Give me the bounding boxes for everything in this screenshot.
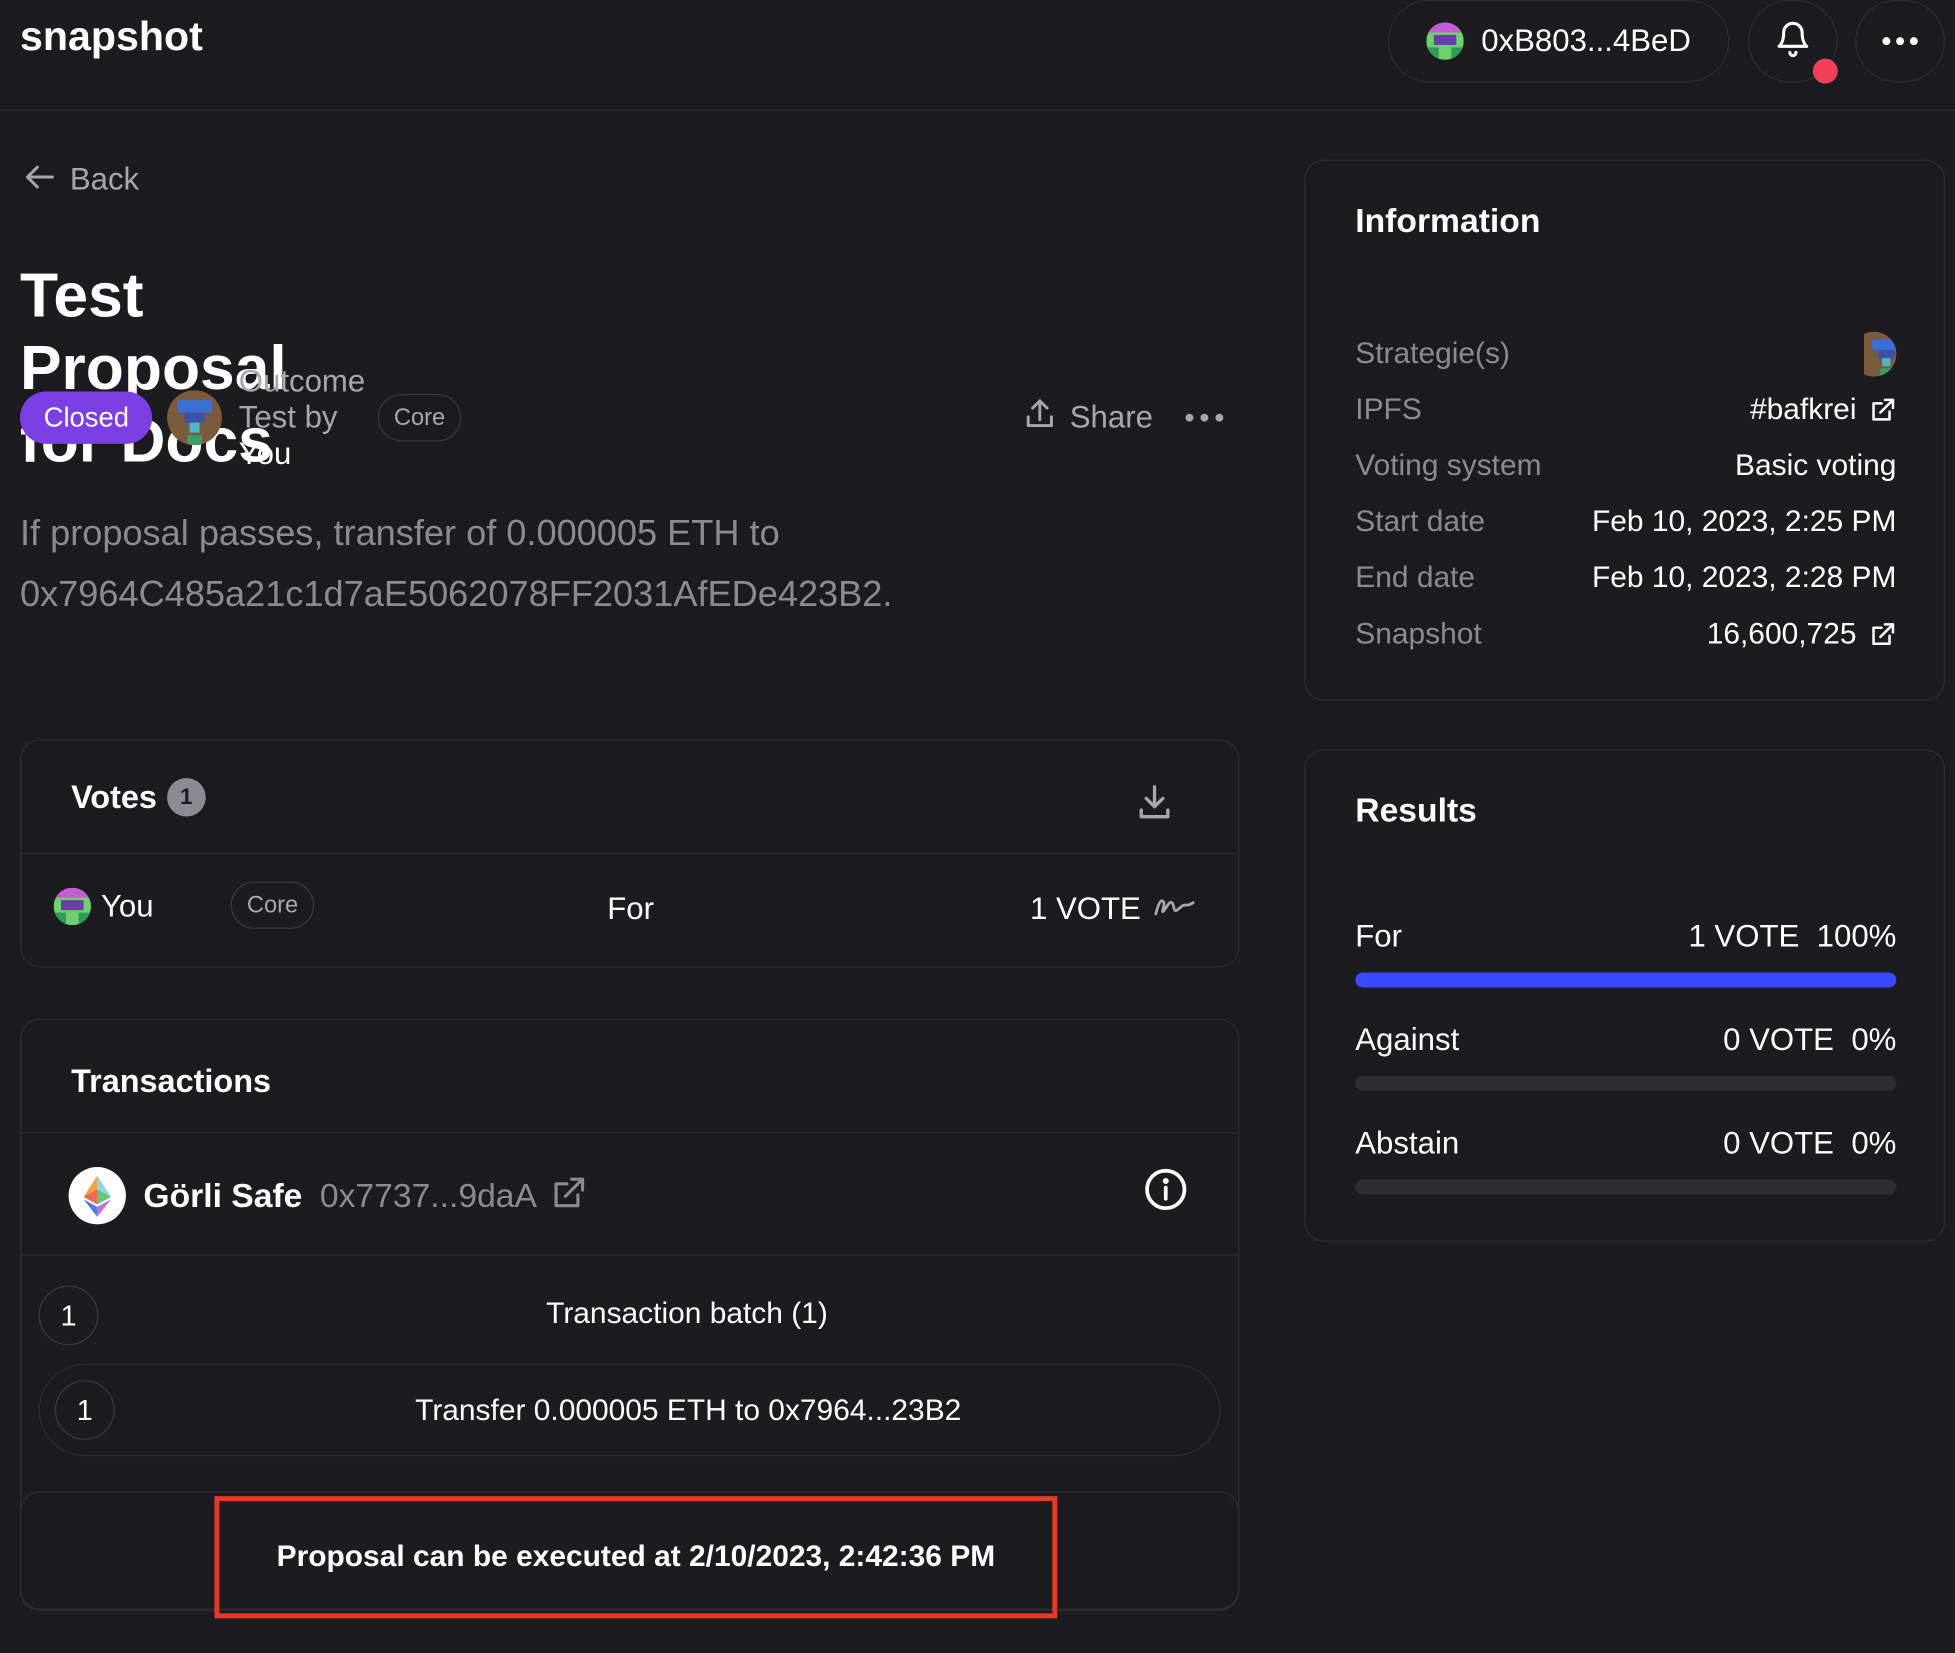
info-key: Start date (1355, 504, 1486, 538)
result-label: Abstain (1355, 1125, 1460, 1161)
result-votes: 0 VOTE (1723, 1125, 1834, 1161)
votes-heading: Votes (71, 778, 157, 816)
voter-avatar (53, 887, 92, 926)
share-icon (1022, 396, 1057, 440)
share-button[interactable]: Share (1022, 396, 1153, 440)
info-value: #bafkrei (1750, 392, 1857, 426)
space-avatar[interactable] (167, 390, 223, 446)
result-bar-fill (1355, 972, 1897, 988)
votes-card: Votes 1 You Core For 1 VOTE (19, 739, 1240, 968)
result-for: For 1 VOTE 100% (1355, 918, 1897, 988)
divider (21, 1254, 1239, 1256)
back-link[interactable]: Back (25, 162, 139, 198)
information-card: Information Strategie(s) IPFS #bafkrei V… (1304, 159, 1946, 701)
safe-name: Görli Safe (143, 1176, 303, 1214)
author-line: Outcome Test by You (239, 363, 365, 471)
more-horizontal-icon (1881, 30, 1918, 52)
external-link-icon (1872, 398, 1895, 420)
result-label: For (1355, 918, 1403, 954)
vote-power-value: 1 VOTE (1029, 891, 1141, 927)
proposal-body: If proposal passes, transfer of 0.000005… (19, 513, 893, 615)
result-label: Against (1355, 1022, 1460, 1058)
result-bar (1355, 1179, 1897, 1195)
info-value: 16,600,725 (1706, 616, 1857, 651)
author-core-badge: Core (377, 393, 462, 442)
votes-count-badge: 1 (166, 778, 206, 817)
notification-dot (1812, 58, 1838, 84)
info-key: End date (1355, 560, 1476, 595)
information-list: Strategie(s) IPFS #bafkrei Voting system… (1355, 325, 1897, 662)
result-bar (1355, 972, 1897, 988)
info-row-ipfs: IPFS #bafkrei (1355, 382, 1896, 438)
voter[interactable]: You (53, 887, 154, 926)
ipfs-link[interactable]: #bafkrei (1750, 392, 1896, 427)
result-percent: 0% (1851, 1125, 1897, 1161)
status-badge: Closed (19, 391, 153, 444)
space-name[interactable]: Outcome Test (239, 363, 365, 434)
signature-icon[interactable] (1141, 891, 1196, 927)
info-value: Feb 10, 2023, 2:28 PM (1591, 560, 1897, 595)
transaction-label: Transfer 0.000005 ETH to 0x7964...23B2 (415, 1393, 962, 1428)
divider (21, 852, 1239, 855)
ethereum-icon (68, 1167, 126, 1225)
result-votes: 0 VOTE (1723, 1022, 1834, 1058)
wallet-button[interactable]: 0xB803...4BeD (1387, 0, 1730, 83)
divider (21, 1132, 1239, 1134)
result-votes: 1 VOTE (1688, 918, 1800, 954)
info-key: Strategie(s) (1355, 336, 1510, 370)
share-label: Share (1069, 400, 1153, 436)
arrow-left-icon (25, 162, 55, 198)
external-link-icon (1872, 622, 1895, 645)
top-bar: snapshot 0xB803...4BeD (0, 0, 1955, 111)
vote-power: 1 VOTE (1030, 891, 1196, 927)
bell-icon (1774, 18, 1811, 64)
strategy-avatar[interactable] (1851, 331, 1897, 376)
info-row-end-date: End date Feb 10, 2023, 2:28 PM (1355, 550, 1896, 606)
snapshot-block-link[interactable]: 16,600,725 (1707, 617, 1897, 652)
external-link-icon[interactable] (549, 1174, 586, 1218)
vote-choice: For (607, 891, 654, 927)
results-card: Results For 1 VOTE 100% Against 0 VOTE 0… (1304, 749, 1946, 1242)
voter-name: You (100, 888, 154, 924)
info-row-strategies: Strategie(s) (1355, 325, 1897, 381)
strategy-icon (1851, 331, 1897, 376)
info-key: Snapshot (1355, 616, 1482, 651)
info-key: Voting system (1355, 448, 1542, 482)
wallet-address: 0xB803...4BeD (1481, 23, 1691, 58)
author-name[interactable]: You (239, 436, 292, 471)
results-heading: Results (1355, 791, 1477, 830)
download-votes-button[interactable] (1135, 782, 1175, 828)
safe-info-button[interactable] (1143, 1167, 1188, 1218)
back-label: Back (69, 162, 140, 197)
menu-button[interactable] (1855, 0, 1946, 83)
proposal-meta: Closed Outcome Test by You Core (19, 363, 462, 471)
result-against: Against 0 VOTE 0% (1355, 1022, 1897, 1091)
info-key: IPFS (1355, 392, 1422, 426)
by-label: by (304, 399, 338, 435)
safe-row: Görli Safe 0x7737...9daA (68, 1167, 587, 1225)
result-percent: 0% (1851, 1022, 1897, 1058)
execution-notice: Proposal can be executed at 2/10/2023, 2… (214, 1496, 1058, 1619)
more-horizontal-icon (1184, 413, 1224, 441)
transactions-heading: Transactions (71, 1062, 272, 1100)
info-icon (1143, 1168, 1188, 1217)
proposal-more-button[interactable] (1184, 399, 1224, 443)
result-abstain: Abstain 0 VOTE 0% (1355, 1125, 1897, 1195)
info-value: Feb 10, 2023, 2:25 PM (1591, 504, 1897, 538)
result-percent: 100% (1816, 918, 1897, 954)
info-value: Basic voting (1735, 448, 1897, 482)
info-row-start-date: Start date Feb 10, 2023, 2:25 PM (1355, 494, 1896, 550)
batch-label[interactable]: Transaction batch (1) (21, 1297, 1353, 1332)
information-heading: Information (1355, 201, 1541, 240)
wallet-avatar (1426, 22, 1464, 60)
snapshot-logo[interactable]: snapshot (20, 12, 203, 59)
transaction-item[interactable]: 1 Transfer 0.000005 ETH to 0x7964...23B2 (38, 1363, 1221, 1457)
safe-address[interactable]: 0x7737...9daA (320, 1176, 537, 1215)
voter-core-badge: Core (230, 881, 315, 929)
result-bar (1355, 1075, 1897, 1091)
votes-header: Votes 1 (71, 778, 206, 817)
info-row-snapshot: Snapshot 16,600,725 (1355, 606, 1896, 662)
download-icon (1135, 785, 1175, 826)
info-row-voting-system: Voting system Basic voting (1355, 438, 1896, 494)
